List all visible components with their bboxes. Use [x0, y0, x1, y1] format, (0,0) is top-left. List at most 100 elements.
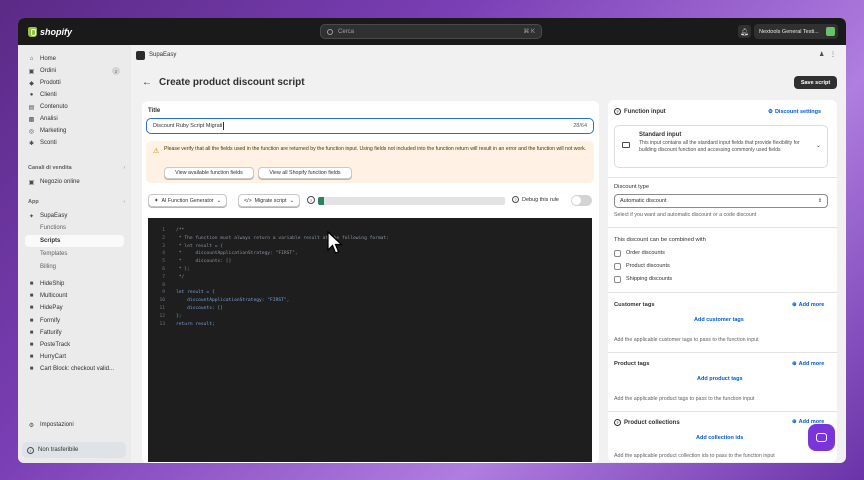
page-title: Create product discount script — [159, 77, 305, 88]
sidebar-item-supaeasy[interactable]: ✦ SupaEasy — [25, 210, 124, 222]
checkbox-label: Order discounts — [626, 250, 665, 256]
help-icon[interactable]: ? — [512, 196, 519, 203]
sidebar-item-cart-block[interactable]: ■ Cart Block: checkout valid... — [25, 363, 124, 375]
migrate-script-button[interactable]: </> Migrate script ⌄ — [238, 194, 300, 207]
discount-settings-link[interactable]: ⚙ Discount settings — [768, 109, 821, 115]
sidebar-item-products[interactable]: ◆ Prodotti — [25, 77, 124, 89]
code-line: 5 * discounts: [] — [148, 259, 592, 266]
sidebar-item-customers[interactable]: ● Clienti — [25, 89, 124, 101]
chevron-down-icon: ⌄ — [216, 197, 222, 204]
back-arrow-icon[interactable]: ← — [142, 77, 152, 88]
app-header: SupaEasy ♟ ⋮ — [131, 45, 846, 61]
app-icon: ■ — [29, 366, 34, 372]
code-text: * }; — [176, 267, 190, 272]
ai-generator-button[interactable]: ✦ AI Function Generator ⌄ — [148, 194, 228, 207]
add-customer-tags-button[interactable]: Add customer tags — [694, 317, 744, 323]
collections-help: Add the applicable product collection id… — [614, 453, 775, 459]
sales-channels-label: Canali di vendita — [28, 165, 72, 171]
sidebar-item-home[interactable]: ⌂ Home — [25, 53, 124, 65]
sidebar-item-label: Home — [40, 56, 57, 62]
store-menu-button[interactable]: Nextools General Testi... — [754, 24, 838, 39]
order-discounts-checkbox[interactable]: Order discounts — [614, 249, 665, 257]
sidebar-subitem-scripts[interactable]: Scripts — [25, 235, 124, 247]
product-collections-label: Product collections — [624, 419, 680, 426]
person-icon: ● — [29, 92, 34, 98]
banner-text: Please verify that all the fields used i… — [164, 146, 587, 152]
sidebar-item-analytics[interactable]: ▩ Analisi — [25, 113, 124, 125]
app-title: SupaEasy — [136, 49, 176, 61]
sidebar-item-label: Analisi — [40, 116, 58, 122]
view-available-fields-button[interactable]: View available function fields — [164, 167, 254, 179]
checkbox-label: Product discounts — [626, 263, 670, 269]
sidebar-item-label: SupaEasy — [40, 213, 68, 219]
sidebar-item-orders[interactable]: ▣ Ordini 2 — [25, 65, 124, 77]
sidebar-item-postetrack[interactable]: ■ PosteTrack — [25, 339, 124, 351]
sidebar-item-label: HurryCart — [40, 354, 67, 360]
sidebar-item-label: HidePay — [40, 305, 63, 311]
divider — [608, 292, 837, 293]
divider — [608, 411, 837, 412]
bell-icon[interactable]: 🔔︎ — [738, 25, 751, 38]
sidebar-item-discounts[interactable]: ✱ Sconti — [25, 137, 124, 149]
sidebar-item-fatturify[interactable]: ■ Fatturify — [25, 327, 124, 339]
sidebar-item-formify[interactable]: ■ Formify — [25, 315, 124, 327]
product-tags-add-more[interactable]: ⊕ Add more — [792, 361, 824, 367]
product-discounts-checkbox[interactable]: Product discounts — [614, 262, 670, 270]
debug-label-text: Debug this rule — [522, 196, 559, 203]
sidebar-subitem-billing[interactable]: Billing — [25, 261, 124, 273]
chevron-right-icon[interactable]: › — [123, 165, 125, 171]
app-icon: ■ — [29, 342, 34, 348]
checkbox[interactable] — [614, 275, 621, 283]
code-line: 3 * let result = { — [148, 244, 592, 251]
gear-icon: ⚙ — [28, 422, 35, 429]
line-number: 10 — [159, 298, 165, 304]
view-all-fields-button[interactable]: View all Shopify function fields — [258, 167, 352, 179]
sidebar-item-hidepay[interactable]: ■ HidePay — [25, 302, 124, 314]
discount-type-select[interactable]: Automatic discount ⇕ — [614, 194, 828, 208]
debug-toggle[interactable] — [571, 195, 592, 206]
warning-icon: ⚠ — [153, 148, 160, 155]
chat-button[interactable] — [808, 424, 835, 451]
function-input-heading: ? Function input — [614, 108, 666, 115]
add-product-tags-button[interactable]: Add product tags — [697, 376, 743, 382]
code-line: 4 * discountApplicationStrategy: "FIRST"… — [148, 251, 592, 258]
checkbox[interactable] — [614, 262, 621, 270]
discount-settings-label: Discount settings — [774, 109, 822, 115]
info-icon: i — [27, 446, 34, 454]
title-input[interactable]: Discount Ruby Script Migrati 28/64 — [146, 118, 594, 134]
line-number: 12 — [159, 313, 165, 319]
save-script-button[interactable]: Save script — [794, 76, 837, 89]
code-text: discountApplicationStrategy: "FIRST", — [176, 298, 290, 304]
sidebar-item-content[interactable]: ▤ Contenuto — [25, 101, 124, 113]
shopify-logo[interactable]: shopify — [28, 26, 72, 37]
tag-icon: ◆ — [29, 80, 34, 87]
customer-tags-add-more[interactable]: ⊕ Add more — [792, 302, 824, 308]
sidebar-subitem-templates[interactable]: Templates — [25, 248, 124, 260]
sidebar-item-hideship[interactable]: ■ HideShip — [25, 278, 124, 290]
discount-type-value: Automatic discount — [620, 198, 667, 204]
shipping-discounts-checkbox[interactable]: Shipping discounts — [614, 275, 672, 283]
line-number: 3 — [162, 243, 165, 249]
add-collection-ids-button[interactable]: Add collection ids — [696, 435, 743, 441]
sidebar-item-online-store[interactable]: ▣ Negozio online — [25, 176, 124, 188]
sidebar-item-settings[interactable]: ⚙ Impostazioni — [25, 419, 124, 431]
sidebar-item-label: Clienti — [40, 92, 57, 98]
code-editor[interactable]: 1 /** 2 * The function must always return … — [148, 218, 592, 462]
sidebar-item-label: Prodotti — [40, 80, 61, 86]
chevron-right-icon[interactable]: › — [123, 199, 125, 205]
gear-icon: ⚙ — [768, 109, 773, 115]
checkbox[interactable] — [614, 249, 621, 257]
non-transferable-badge[interactable]: i Non trasferibile — [22, 442, 126, 458]
plus-circle-icon: ⊕ — [792, 419, 797, 425]
sidebar-item-marketing[interactable]: ◎ Marketing — [25, 125, 124, 137]
sidebar-subitem-functions[interactable]: Functions — [25, 222, 124, 234]
sidebar-item-multicount[interactable]: ■ Multicount — [25, 290, 124, 302]
function-input-label: Function input — [624, 108, 666, 115]
search-input[interactable]: Cerca ⌘ K — [320, 24, 542, 39]
help-icon[interactable]: ? — [307, 196, 315, 204]
orders-badge: 2 — [112, 67, 120, 75]
app-header-actions[interactable]: ♟ ⋮ — [819, 51, 838, 58]
sidebar-item-hurrycart[interactable]: ■ HurryCart — [25, 351, 124, 363]
standard-input-selector[interactable]: Standard input This input contains all t… — [614, 125, 828, 168]
shopify-bag-icon — [28, 26, 37, 37]
